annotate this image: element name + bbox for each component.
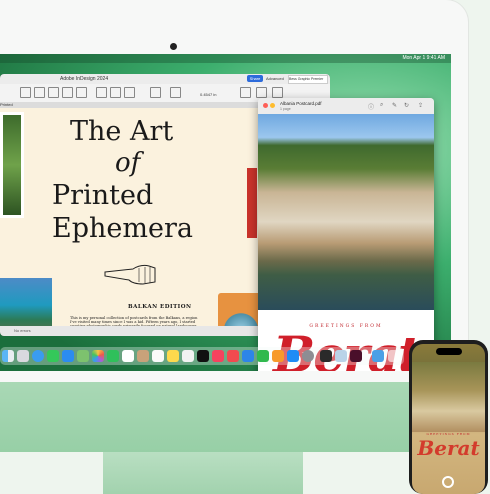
markup-icon[interactable]: ✎ [392,102,397,109]
info-icon[interactable]: ⓘ [368,102,374,111]
dynamic-island [436,348,462,355]
shutter-button[interactable] [442,476,454,488]
app-store-icon[interactable] [287,350,299,362]
contacts-icon[interactable] [137,350,149,362]
minimize-window-icon[interactable] [270,103,275,108]
menu-bar-clock[interactable]: Mon Apr 1 9:41 AM [402,55,445,61]
opacity-icon[interactable] [150,87,161,98]
title-line-1[interactable]: The Art [70,116,173,147]
rotate-icon[interactable] [48,87,59,98]
safari-icon[interactable] [32,350,44,362]
stroke-icon[interactable] [124,87,135,98]
frame-icon[interactable] [34,87,45,98]
photos-icon[interactable] [92,350,104,362]
text-wrap-icon[interactable] [240,87,251,98]
notes-icon[interactable] [167,350,179,362]
imac-chin [0,382,468,452]
edition-label[interactable]: BALKAN EDITION [128,304,192,310]
red-postcard-edge [247,168,257,238]
align-icon[interactable] [96,87,107,98]
font-search-field[interactable]: Bess Graphic Premier [288,75,328,84]
rotate-icon[interactable]: ↻ [404,102,409,109]
selection-tool-icon[interactable] [20,87,31,98]
keynote-icon[interactable] [242,350,254,362]
title-line-3[interactable]: Printed [52,180,153,211]
finder-icon[interactable] [2,350,14,362]
iphone-mirroring-icon[interactable] [320,350,332,362]
dimension-field[interactable]: 0.4547 in [200,92,216,97]
title-line-4[interactable]: Ephemera [52,213,193,244]
preview-window[interactable]: Albania Postcard.pdf 1 page ⓘ ⌕ ✎ ↻ ⇪ GR… [258,98,434,371]
columns-icon[interactable] [256,87,267,98]
share-button[interactable]: Share [247,75,263,82]
preview-filename: Albania Postcard.pdf [280,101,322,106]
reminders-icon[interactable] [152,350,164,362]
workspace-dropdown[interactable]: Advanced [266,75,284,82]
indesign-icon[interactable] [350,350,362,362]
pages-icon[interactable] [272,350,284,362]
fitting-icon[interactable] [272,87,283,98]
berat-town-photo [258,114,434,310]
indesign-titlebar[interactable]: Adobe InDesign 2024 Share Advanced Bess … [0,74,330,84]
numbers-icon[interactable] [257,350,269,362]
waterfall-photo[interactable] [0,112,24,218]
fill-icon[interactable] [110,87,121,98]
flip-icon[interactable] [76,87,87,98]
status-text: No errors [14,328,31,333]
preview-titlebar[interactable]: Albania Postcard.pdf 1 page ⓘ ⌕ ✎ ↻ ⇪ [258,98,434,115]
trash-icon[interactable] [388,350,400,362]
search-icon[interactable]: ⌕ [380,102,383,109]
preview-icon[interactable] [335,350,347,362]
camera [170,43,177,50]
imac: Mon Apr 1 9:41 AM Adobe InDesign 2024 Sh… [0,0,468,494]
settings-icon[interactable] [302,350,314,362]
document-tab-label: Printed [0,102,13,107]
effects-icon[interactable] [170,87,181,98]
iphone-berat-photo [412,362,485,432]
launchpad-icon[interactable] [17,350,29,362]
tv-icon[interactable] [197,350,209,362]
iphone-postcard-city: Berat [417,436,480,460]
preview-page-count: 1 page [280,107,291,111]
news-icon[interactable] [227,350,239,362]
desktop-screen: Mon Apr 1 9:41 AM Adobe InDesign 2024 Sh… [0,54,451,371]
mail-icon[interactable] [62,350,74,362]
imac-stand [103,452,303,494]
shear-icon[interactable] [62,87,73,98]
share-icon[interactable]: ⇪ [418,102,423,109]
facetime-icon[interactable] [107,350,119,362]
messages-icon[interactable] [47,350,59,362]
music-icon[interactable] [212,350,224,362]
calendar-icon[interactable] [122,350,134,362]
pointing-hand-icon [104,264,156,285]
window-title: Adobe InDesign 2024 [60,76,109,82]
maps-icon[interactable] [77,350,89,362]
menu-bar: Mon Apr 1 9:41 AM [0,54,451,63]
title-line-2[interactable]: of [115,148,140,178]
downloads-icon[interactable] [372,350,384,362]
close-window-icon[interactable] [263,103,268,108]
dock [0,347,404,365]
freeform-icon[interactable] [182,350,194,362]
